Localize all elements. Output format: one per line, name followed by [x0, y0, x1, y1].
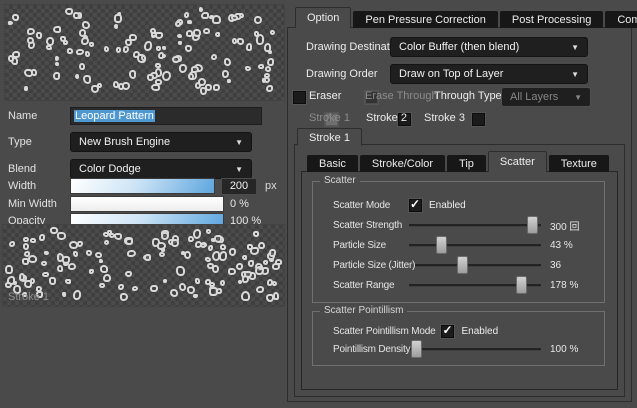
blend-row: Blend Color Dodge ▼: [8, 159, 252, 179]
option-panel: Drawing Destination Color Buffer (then b…: [287, 27, 632, 402]
type-value: New Brush Engine: [79, 136, 171, 148]
pointillism-mode-label: Scatter Pointillism Mode: [333, 325, 436, 337]
drawing-destination-dropdown[interactable]: Color Buffer (then blend) ▼: [390, 37, 588, 57]
scatter-strength-row: Scatter Strength 300 回: [333, 215, 596, 235]
scatter-range-slider[interactable]: [409, 276, 541, 294]
width-value-input[interactable]: 200: [221, 177, 257, 195]
name-label: Name: [8, 110, 38, 122]
scatter-group: Scatter Scatter Mode Enabled Scatter Str…: [312, 175, 605, 303]
particle-size-slider[interactable]: [409, 236, 541, 254]
scatter-range-value: 178 %: [550, 279, 579, 291]
brush-preview-top: [4, 4, 285, 101]
pointillism-density-value: 100 %: [550, 343, 579, 355]
brush-preview-stroke: Stroke 1: [2, 224, 285, 307]
chevron-down-icon: ▼: [574, 92, 582, 102]
pointillism-mode-state: Enabled: [461, 325, 499, 337]
through-type-dropdown: All Layers ▼: [501, 87, 591, 107]
erase-through-label: Erase Through: [365, 90, 438, 102]
pointillism-density-handle[interactable]: [410, 340, 422, 358]
stroke3-checkbox-label: Stroke 3: [424, 112, 465, 124]
eraser-label: Eraser: [309, 90, 342, 102]
min-width-slider[interactable]: [70, 195, 224, 212]
scatter-mode-checkbox[interactable]: [408, 197, 423, 213]
scatter-range-label: Scatter Range: [333, 279, 395, 291]
scatter-tab-panel: Scatter Scatter Mode Enabled Scatter Str…: [301, 171, 618, 390]
stroke2-checkbox-label: Stroke 2: [366, 112, 407, 124]
min-width-row: Min Width 0 %: [8, 195, 249, 212]
stroke1-panel: Basic Stroke/Color Tip Scatter Texture S…: [294, 144, 625, 397]
pointillism-density-label: Pointillism Density: [333, 343, 411, 355]
width-row: Width 200 px: [8, 177, 277, 195]
pointillism-mode-checkbox[interactable]: [440, 323, 456, 339]
blend-value: Color Dodge: [79, 163, 141, 175]
subtab-tip[interactable]: Tip: [447, 155, 486, 172]
drawing-order-value: Draw on Top of Layer: [399, 68, 504, 80]
width-label: Width: [8, 180, 37, 192]
eraser-checkbox[interactable]: [292, 90, 307, 105]
scatter-group-title: Scatter: [320, 175, 360, 186]
scatter-strength-slider[interactable]: [409, 216, 541, 234]
drawing-order-dropdown[interactable]: Draw on Top of Layer ▼: [390, 64, 588, 84]
chevron-down-icon: ▼: [571, 69, 579, 79]
chevron-down-icon: ▼: [235, 137, 243, 147]
stroke1-checkbox-label: Stroke 1: [309, 112, 350, 124]
name-value-selected-text: Leopard Pattern: [74, 110, 155, 122]
scatter-pointillism-group-title: Scatter Pointillism: [320, 305, 408, 316]
width-slider[interactable]: [70, 178, 215, 194]
stroke-subtab-bar: Basic Stroke/Color Tip Scatter Texture: [307, 151, 609, 172]
name-input[interactable]: Leopard Pattern: [70, 107, 262, 125]
chevron-down-icon: ▼: [571, 42, 579, 52]
particle-size-handle[interactable]: [435, 236, 447, 254]
particle-size-label: Particle Size: [333, 239, 386, 251]
tab-compatibility[interactable]: Compatibility: [605, 11, 637, 28]
particle-size-jitter-handle[interactable]: [456, 256, 468, 274]
pointillism-mode-row: Scatter Pointillism Mode Enabled: [333, 322, 596, 340]
particle-size-value: 43 %: [550, 239, 573, 251]
tab-option[interactable]: Option: [295, 7, 352, 28]
through-type-value: All Layers: [510, 91, 559, 103]
chevron-down-icon: ▼: [235, 164, 243, 174]
scatter-range-row: Scatter Range 178 %: [333, 275, 596, 295]
scatter-strength-label: Scatter Strength: [333, 219, 403, 231]
subtab-scatter[interactable]: Scatter: [487, 151, 547, 172]
scatter-mode-label: Scatter Mode: [333, 199, 391, 211]
subtab-texture[interactable]: Texture: [548, 155, 609, 172]
tab-post-processing[interactable]: Post Processing: [499, 11, 604, 28]
particle-size-jitter-value: 36: [550, 259, 562, 271]
through-type-label: Through Type: [434, 90, 502, 102]
type-dropdown[interactable]: New Brush Engine ▼: [70, 132, 252, 152]
stroke-preview-caption: Stroke 1: [8, 291, 49, 303]
scatter-strength-value: 300 回: [550, 221, 580, 233]
pointillism-density-row: Pointillism Density 100 %: [333, 340, 596, 358]
stroke3-checkbox[interactable]: [471, 112, 487, 127]
drawing-order-label: Drawing Order: [306, 68, 378, 80]
type-label: Type: [8, 136, 32, 148]
scatter-strength-handle[interactable]: [526, 216, 538, 234]
tab-pen-pressure-correction[interactable]: Pen Pressure Correction: [353, 11, 498, 28]
particle-size-jitter-row: Particle Size (Jitter) 36: [333, 255, 596, 275]
particle-size-jitter-slider[interactable]: [415, 256, 541, 274]
subtab-basic[interactable]: Basic: [307, 155, 358, 172]
name-row: Name Leopard Pattern: [8, 106, 262, 126]
scatter-mode-state: Enabled: [429, 199, 466, 211]
subtab-stroke-color[interactable]: Stroke/Color: [359, 155, 446, 172]
min-width-label: Min Width: [8, 197, 57, 210]
drawing-destination-value: Color Buffer (then blend): [399, 41, 520, 53]
particle-size-row: Particle Size 43 %: [333, 235, 596, 255]
tab-stroke-1[interactable]: Stroke 1: [297, 128, 362, 146]
pointillism-density-slider[interactable]: [410, 340, 541, 358]
blend-dropdown[interactable]: Color Dodge ▼: [70, 159, 252, 179]
width-unit: px: [265, 180, 277, 192]
scatter-mode-row: Scatter Mode Enabled: [333, 195, 596, 215]
scatter-range-handle[interactable]: [516, 276, 528, 294]
particle-size-jitter-label: Particle Size (Jitter): [333, 259, 416, 271]
scatter-pointillism-group: Scatter Pointillism Scatter Pointillism …: [312, 305, 605, 366]
type-row: Type New Brush Engine ▼: [8, 132, 252, 152]
blend-label: Blend: [8, 163, 37, 175]
min-width-value: 0 %: [230, 197, 249, 210]
settings-tab-bar: Option Pen Pressure Correction Post Proc…: [295, 7, 637, 28]
width-value: 200: [229, 180, 249, 192]
